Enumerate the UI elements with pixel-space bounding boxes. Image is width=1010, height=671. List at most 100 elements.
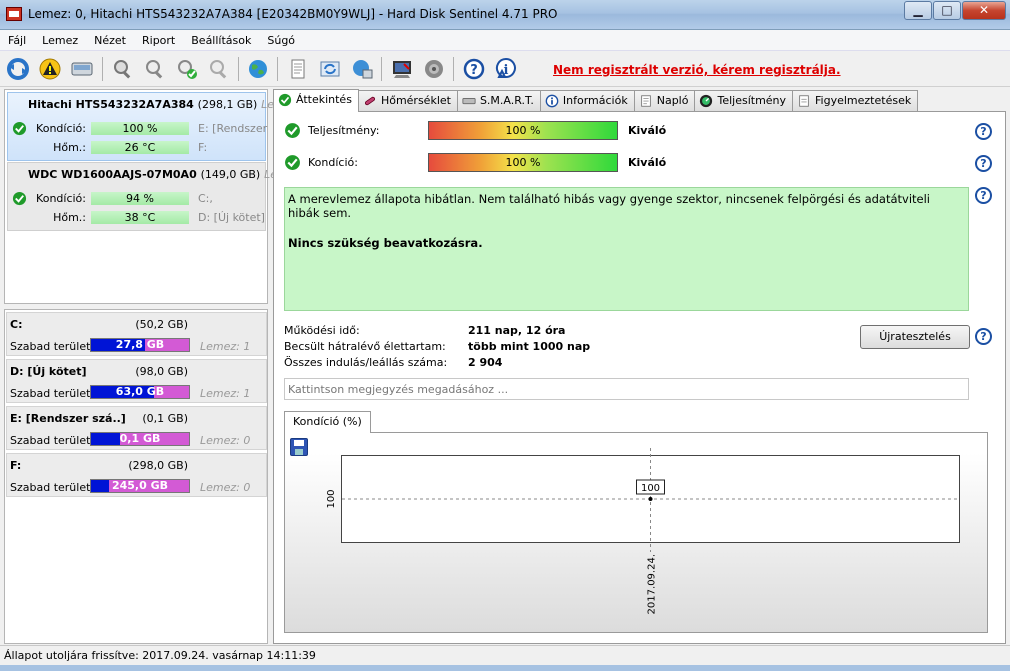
temperature-bar: 26 °C (91, 141, 189, 154)
register-link[interactable]: Nem regisztrált verzió, kérem regisztrál… (553, 63, 841, 77)
disk-volumes: D: [Új kötet] (198, 211, 265, 224)
volume-card-f[interactable]: F: (298,0 GB) Szabad terület 245,0 GB Le… (6, 453, 267, 497)
log-icon (640, 95, 651, 107)
disk-size: (149,0 GB) (200, 168, 261, 181)
free-space-label: Szabad terület (10, 481, 91, 494)
tab-performance[interactable]: Teljesítmény (694, 90, 794, 111)
note-input[interactable]: Kattintson megjegyzés megadásához ... (284, 378, 969, 400)
disk-size: (298,1 GB) (197, 98, 258, 111)
tab-alerts[interactable]: Figyelmeztetések (792, 90, 919, 111)
condition-rating: Kiváló (628, 156, 667, 169)
x-tick-label: 2017.09.24. (647, 554, 658, 614)
volume-disk: Lemez: 0 (200, 481, 251, 494)
menu-file[interactable]: Fájl (0, 30, 34, 50)
disk-test-icon[interactable] (109, 55, 137, 83)
free-space-value: 245,0 GB (111, 479, 169, 492)
warning-icon[interactable] (36, 55, 64, 83)
free-space-value: 63,0 GB (115, 385, 165, 398)
thermometer-icon (364, 96, 375, 106)
volume-name: F: (10, 459, 22, 472)
help-icon[interactable]: ? (975, 328, 992, 345)
tab-overview[interactable]: Áttekintés (273, 89, 359, 112)
free-space-bar: 27,8 GB (90, 338, 190, 352)
disk-card-wdc[interactable]: WDC WD1600AAJS-07M0A0 (149,0 GB) Lem Kon… (7, 162, 288, 231)
alert-icon[interactable] (388, 55, 416, 83)
tab-log[interactable]: Napló (633, 90, 696, 111)
tab-smart[interactable]: S.M.A.R.T. (456, 90, 541, 111)
info-icon (545, 94, 559, 108)
svg-text:?: ? (470, 63, 478, 78)
free-space-bar: 0,1 GB (90, 432, 190, 446)
volume-card-d[interactable]: D: [Új kötet] (98,0 GB) Szabad terület 6… (6, 359, 267, 403)
disk-info-icon[interactable] (141, 55, 169, 83)
disk-name: WDC WD1600AAJS-07M0A0 (149,0 GB) Lem (28, 168, 288, 181)
menu-disk[interactable]: Lemez (34, 30, 86, 50)
condition-row: Kondíció: 94 % C:, (8, 190, 267, 206)
disk-ok-icon[interactable] (173, 55, 201, 83)
condition-label: Kondíció: (36, 122, 86, 135)
chart-tab-condition[interactable]: Kondíció (%) (284, 411, 371, 433)
volume-name: E: [Rendszer szá..] (10, 412, 126, 425)
retest-button[interactable]: Újratesztelés (860, 325, 970, 349)
chart-svg: 100 2017.09.24. 100 (326, 448, 959, 614)
health-summary: A merevlemez állapota hibátlan. Nem talá… (284, 187, 969, 311)
disk-list: Hitachi HTS543232A7A384 (298,1 GB) Leme … (4, 89, 292, 304)
toolbar: ? i Nem regisztrált verzió, kérem regisz… (0, 51, 1010, 87)
volume-card-c[interactable]: C: (50,2 GB) Szabad terület 27,8 GB Leme… (6, 312, 267, 356)
sync-icon[interactable] (316, 55, 344, 83)
close-button[interactable]: ✕ (962, 1, 1006, 20)
maximize-button[interactable]: □ (933, 1, 961, 20)
check-icon (12, 191, 27, 206)
tab-information[interactable]: Információk (539, 90, 635, 111)
check-icon (278, 93, 292, 107)
lifetime-label: Becsült hátralévő élettartam: (284, 340, 446, 353)
tab-strip: Áttekintés Hőmérséklet S.M.A.R.T. Inform… (273, 89, 919, 112)
volume-card-e[interactable]: E: [Rendszer szá..] (0,1 GB) Szabad terü… (6, 406, 267, 450)
disk-volumes: C:, (198, 192, 213, 205)
condition-bar: 100 % (91, 122, 189, 135)
menu-view[interactable]: Nézet (86, 30, 134, 50)
info-icon[interactable]: i (492, 55, 520, 83)
help-icon[interactable]: ? (975, 187, 992, 204)
help-icon[interactable]: ? (460, 55, 488, 83)
condition-bar: 100 % (428, 153, 618, 172)
check-icon (285, 123, 300, 138)
disk-model: WDC WD1600AAJS-07M0A0 (28, 168, 197, 181)
disk-icon[interactable] (68, 55, 96, 83)
menu-settings[interactable]: Beállítások (183, 30, 259, 50)
disk-card-hitachi[interactable]: Hitachi HTS543232A7A384 (298,1 GB) Leme … (7, 92, 292, 161)
volume-size: (298,0 GB) (128, 459, 188, 472)
startstop-value: 2 904 (468, 356, 503, 369)
chart-frame: 100 2017.09.24. 100 (284, 432, 988, 633)
check-icon (285, 155, 300, 170)
minimize-button[interactable]: ▁ (904, 1, 932, 20)
tab-label: Figyelmeztetések (815, 94, 912, 107)
window-title: Lemez: 0, Hitachi HTS543232A7A384 [E2034… (28, 7, 558, 21)
condition-label: Kondíció: (308, 156, 358, 169)
free-space-label: Szabad terület (10, 387, 91, 400)
help-icon[interactable]: ? (975, 123, 992, 140)
volume-disk: Lemez: 1 (200, 387, 251, 400)
report-icon[interactable] (284, 55, 312, 83)
menu-help[interactable]: Súgó (259, 30, 303, 50)
sound-icon[interactable] (420, 55, 448, 83)
tab-label: Teljesítmény (717, 94, 787, 107)
condition-label: Kondíció: (36, 192, 86, 205)
save-icon[interactable] (290, 438, 308, 456)
gauge-icon (700, 94, 713, 108)
condition-bar: 94 % (91, 192, 189, 205)
refresh-icon[interactable] (4, 55, 32, 83)
volume-size: (50,2 GB) (135, 318, 188, 331)
globe-icon[interactable] (244, 55, 272, 83)
volume-size: (98,0 GB) (135, 365, 188, 378)
title-bar: Lemez: 0, Hitachi HTS543232A7A384 [E2034… (0, 0, 1010, 30)
window-bottom-border (0, 665, 1010, 671)
summary-text: A merevlemez állapota hibátlan. Nem talá… (288, 192, 931, 220)
tab-temperature[interactable]: Hőmérséklet (357, 90, 458, 111)
network-icon[interactable] (348, 55, 376, 83)
toolbar-separator (238, 57, 239, 81)
menu-report[interactable]: Riport (134, 30, 183, 50)
disk-settings-icon[interactable] (205, 55, 233, 83)
help-icon[interactable]: ? (975, 155, 992, 172)
menu-bar: Fájl Lemez Nézet Riport Beállítások Súgó (0, 30, 1010, 51)
